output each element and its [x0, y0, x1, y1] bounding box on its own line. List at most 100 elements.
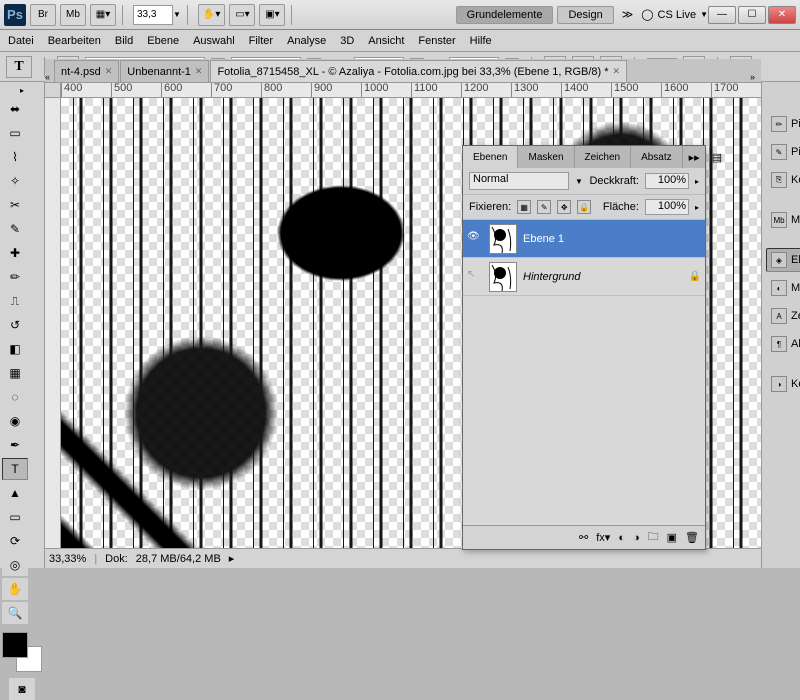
- menu-3d[interactable]: 3D: [340, 35, 354, 47]
- new-layer-button[interactable]: ▣: [667, 531, 677, 544]
- foreground-color[interactable]: [2, 632, 28, 658]
- arrange-button[interactable]: ▭▾: [229, 4, 255, 26]
- fill-slider-icon[interactable]: ▸: [695, 203, 699, 212]
- menu-ansicht[interactable]: Ansicht: [368, 35, 404, 47]
- panel-pinsel1[interactable]: ✏Pinsel...: [766, 112, 800, 136]
- menu-datei[interactable]: Datei: [8, 35, 34, 47]
- menu-bild[interactable]: Bild: [115, 35, 133, 47]
- cslive-button[interactable]: ◯ CS Live ▼: [641, 8, 708, 21]
- panel-korre[interactable]: ◑Korre...: [766, 372, 800, 396]
- shape-tool[interactable]: ▭: [2, 506, 28, 528]
- layers-panel[interactable]: Ebenen Masken Zeichen Absatz ▸▸ ▤ Normal…: [462, 145, 706, 550]
- close-button[interactable]: ✕: [768, 6, 796, 24]
- panel-masken[interactable]: ◐Masken: [766, 276, 800, 300]
- lock-position-button[interactable]: ✥: [557, 200, 571, 214]
- minimize-button[interactable]: —: [708, 6, 736, 24]
- healing-tool[interactable]: ✚: [2, 242, 28, 264]
- lock-pixels-button[interactable]: ✎: [537, 200, 551, 214]
- layer-name[interactable]: Hintergrund: [523, 271, 580, 283]
- tab-absatz[interactable]: Absatz: [631, 146, 683, 168]
- zoom-dropdown-icon[interactable]: ▼: [173, 10, 181, 19]
- menu-filter[interactable]: Filter: [249, 35, 273, 47]
- panel-absatz[interactable]: ¶Absatz: [766, 332, 800, 356]
- lock-transparency-button[interactable]: ▦: [517, 200, 531, 214]
- tab-zeichen[interactable]: Zeichen: [575, 146, 632, 168]
- eyedropper-tool[interactable]: ✎: [2, 218, 28, 240]
- panel-kopie[interactable]: ⎘Kopie...: [766, 168, 800, 192]
- crop-tool[interactable]: ✂: [2, 194, 28, 216]
- menu-fenster[interactable]: Fenster: [418, 35, 455, 47]
- brush-tool[interactable]: ✏: [2, 266, 28, 288]
- move-tool[interactable]: ⬌: [2, 98, 28, 120]
- tabs-scroll-left-icon[interactable]: «: [45, 72, 53, 82]
- menu-bearbeiten[interactable]: Bearbeiten: [48, 35, 101, 47]
- menu-auswahl[interactable]: Auswahl: [193, 35, 235, 47]
- workspace-more-icon[interactable]: ≫: [622, 8, 634, 21]
- status-menu-icon[interactable]: ▸: [229, 552, 235, 565]
- visibility-icon[interactable]: ↖: [467, 269, 483, 285]
- menu-hilfe[interactable]: Hilfe: [470, 35, 492, 47]
- maximize-button[interactable]: ☐: [738, 6, 766, 24]
- layer-fx-button[interactable]: fx▾: [596, 531, 610, 544]
- layer-mask-button[interactable]: ◐: [618, 532, 625, 544]
- panel-ebenen[interactable]: ◈Ebenen: [766, 248, 800, 272]
- menu-ebene[interactable]: Ebene: [147, 35, 179, 47]
- tab-ebenen[interactable]: Ebenen: [463, 146, 518, 168]
- tab-masken[interactable]: Masken: [518, 146, 574, 168]
- panel-menu-icon[interactable]: ▤: [706, 146, 728, 168]
- screen-mode-button[interactable]: ▣▾: [259, 4, 285, 26]
- panel-pinsel2[interactable]: ✎Pinsel: [766, 140, 800, 164]
- lock-all-button[interactable]: 🔒: [577, 200, 591, 214]
- workspace-design[interactable]: Design: [557, 6, 613, 24]
- close-tab-icon[interactable]: ✕: [105, 66, 113, 77]
- hand-button[interactable]: ✋▾: [198, 4, 225, 26]
- history-brush-tool[interactable]: ↺: [2, 314, 28, 336]
- stamp-tool[interactable]: ⎍: [2, 290, 28, 312]
- layer-row[interactable]: ↖ Hintergrund 🔒: [463, 258, 705, 296]
- blur-tool[interactable]: ◌: [2, 386, 28, 408]
- 3d-camera-tool[interactable]: ◎: [2, 554, 28, 576]
- link-layers-button[interactable]: ⚯: [579, 531, 588, 544]
- layer-name[interactable]: Ebene 1: [523, 233, 564, 245]
- bridge-button[interactable]: Br: [30, 4, 56, 26]
- color-swatches[interactable]: [2, 632, 42, 672]
- layer-group-button[interactable]: 🗀: [648, 528, 659, 547]
- opacity-input[interactable]: 100%: [645, 173, 689, 189]
- panel-expand-icon[interactable]: ▸▸: [683, 146, 706, 168]
- minibridge-button[interactable]: Mb: [60, 4, 86, 26]
- adjustment-layer-button[interactable]: ◑: [633, 532, 640, 544]
- zoom-input[interactable]: [133, 5, 173, 25]
- blend-mode-select[interactable]: Normal: [469, 172, 569, 190]
- fill-input[interactable]: 100%: [645, 199, 689, 215]
- visibility-icon[interactable]: 👁: [467, 231, 483, 247]
- document-tab[interactable]: Fotolia_8715458_XL - © Azaliya - Fotolia…: [210, 60, 627, 82]
- view-extras-button[interactable]: ▦▾: [90, 4, 116, 26]
- gradient-tool[interactable]: ▦: [2, 362, 28, 384]
- toolbox-arrow-icon[interactable]: ▸: [2, 86, 42, 96]
- panel-mini[interactable]: MbMini ...: [766, 208, 800, 232]
- tabs-scroll-right-icon[interactable]: »: [744, 72, 761, 82]
- zoom-tool[interactable]: 🔍: [2, 602, 28, 624]
- status-zoom[interactable]: 33,33%: [49, 553, 86, 565]
- delete-layer-button[interactable]: 🗑: [685, 531, 699, 544]
- layer-thumbnail[interactable]: [489, 224, 517, 254]
- pen-tool[interactable]: ✒: [2, 434, 28, 456]
- menu-analyse[interactable]: Analyse: [287, 35, 326, 47]
- layer-row[interactable]: 👁 Ebene 1: [463, 220, 705, 258]
- document-tab[interactable]: nt-4.psd✕: [54, 60, 119, 82]
- close-tab-icon[interactable]: ✕: [613, 66, 621, 77]
- lasso-tool[interactable]: ⌇: [2, 146, 28, 168]
- workspace-grundelemente[interactable]: Grundelemente: [456, 6, 554, 24]
- opacity-slider-icon[interactable]: ▸: [695, 177, 699, 186]
- path-select-tool[interactable]: ▲: [2, 482, 28, 504]
- layer-thumbnail[interactable]: [489, 262, 517, 292]
- 3d-tool[interactable]: ⟳: [2, 530, 28, 552]
- close-tab-icon[interactable]: ✕: [195, 66, 203, 77]
- document-tab[interactable]: Unbenannt-1✕: [120, 60, 209, 82]
- type-tool[interactable]: T: [2, 458, 28, 480]
- marquee-tool[interactable]: ▭: [2, 122, 28, 144]
- panel-zeichen[interactable]: AZeichen: [766, 304, 800, 328]
- blend-dropdown-icon[interactable]: ▼: [575, 177, 583, 186]
- dodge-tool[interactable]: ◉: [2, 410, 28, 432]
- magic-wand-tool[interactable]: ✧: [2, 170, 28, 192]
